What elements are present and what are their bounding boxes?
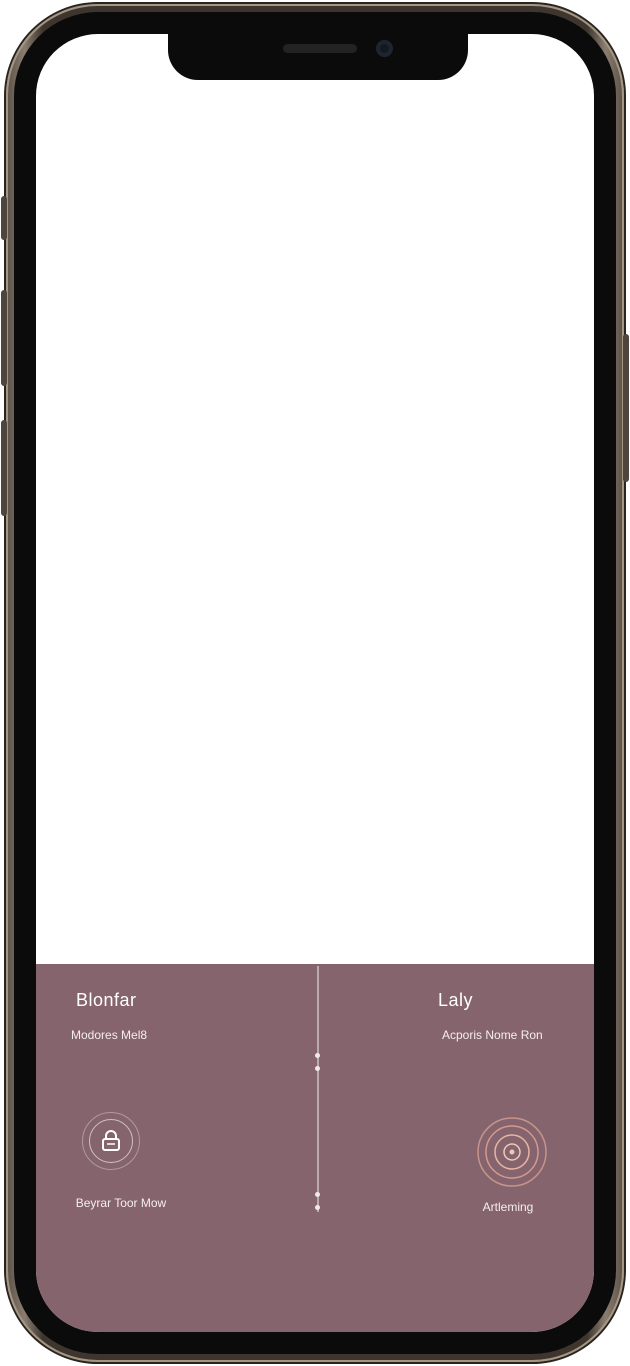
divider-dot (315, 1053, 320, 1058)
left-action-button[interactable] (82, 1112, 140, 1170)
volume-up-button (1, 290, 7, 386)
front-camera-icon (376, 40, 393, 57)
notch (168, 30, 468, 80)
mute-switch (1, 196, 7, 240)
right-action-button[interactable] (474, 1114, 550, 1190)
right-subtitle: Acporis Nome Ron (442, 1028, 543, 1042)
right-caption: Artleming (482, 1200, 534, 1214)
divider-dot (315, 1192, 320, 1197)
screen: Blonfar Modores Mel8 Beyrar Toor Mow Lal… (36, 34, 594, 1332)
left-subtitle: Modores Mel8 (71, 1028, 148, 1042)
right-title: Laly (438, 990, 474, 1010)
power-button (623, 334, 629, 482)
divider-dot (315, 1066, 320, 1071)
left-title: Blonfar (76, 990, 137, 1010)
left-caption: Beyrar Toor Mow (75, 1196, 167, 1210)
divider-dot (315, 1205, 320, 1210)
volume-down-button (1, 420, 7, 516)
column-divider (317, 966, 319, 1212)
lock-icon (89, 1119, 133, 1163)
bottom-panel: Blonfar Modores Mel8 Beyrar Toor Mow Lal… (36, 964, 594, 1332)
target-icon (477, 1117, 547, 1187)
earpiece-speaker (283, 44, 357, 53)
